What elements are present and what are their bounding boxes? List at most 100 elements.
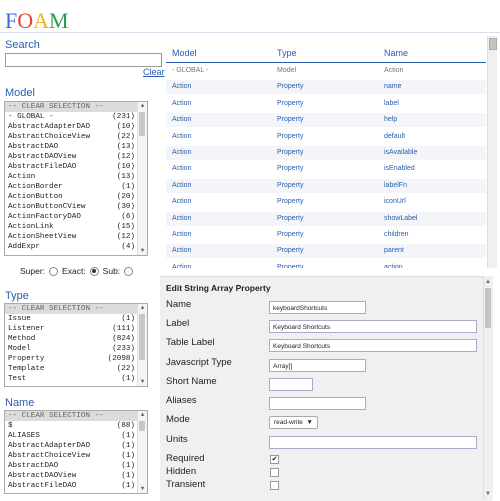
list-item[interactable]: AbstractAdapterDAO (1)	[5, 441, 147, 451]
table-row[interactable]: Action Property label	[166, 97, 486, 111]
scroll-thumb[interactable]	[489, 38, 497, 50]
table-cell-type: Property	[277, 99, 304, 107]
super-label: Super:	[20, 266, 46, 276]
table-row[interactable]: - GLOBAL - Model Action	[166, 64, 486, 78]
list-item[interactable]: Property (2098)	[5, 354, 147, 364]
list-item[interactable]: AddExpr (4)	[5, 242, 147, 252]
list-item[interactable]: ActionButton (20)	[5, 192, 147, 202]
aliases-label: Aliases	[166, 395, 197, 406]
table-scrollbar[interactable]	[487, 36, 497, 268]
scroll-up-icon[interactable]: ▲	[138, 304, 147, 312]
list-item[interactable]: AbstractDAOView (1)	[5, 471, 147, 481]
table-label-field[interactable]: Keyboard Shortcuts	[269, 339, 477, 352]
list-item[interactable]: AbstractFileDAO (1)	[5, 481, 147, 491]
table-row[interactable]: Action Property iconUrl	[166, 195, 486, 209]
sub-radio[interactable]	[124, 266, 134, 276]
list-item[interactable]: Action (13)	[5, 172, 147, 182]
list-item[interactable]: ALIASES (1)	[5, 431, 147, 441]
required-checkbox[interactable]: ✔	[270, 455, 279, 464]
list-item-count: (2098)	[107, 355, 135, 363]
list-item[interactable]: Issue (1)	[5, 314, 147, 324]
table-row[interactable]: Action Property isEnabled	[166, 162, 486, 176]
scroll-up-icon[interactable]: ▲	[138, 411, 147, 419]
hidden-checkbox[interactable]	[270, 468, 279, 477]
list-item[interactable]: AbstractDAO (1)	[5, 461, 147, 471]
table-cell-type: Property	[277, 83, 304, 91]
list-item[interactable]: - GLOBAL - (231)	[5, 112, 147, 122]
column-header-model[interactable]: Model	[172, 48, 197, 58]
list-item[interactable]: ActionButtonCView (30)	[5, 202, 147, 212]
table-cell-name: name	[384, 83, 402, 91]
table-cell-name: label	[384, 99, 399, 107]
table-row[interactable]: Action Property action	[166, 261, 486, 268]
clear-link[interactable]: Clear	[143, 67, 165, 77]
name-scrollbar[interactable]: ▲ ▼	[137, 411, 147, 493]
search-input[interactable]	[5, 53, 162, 67]
scroll-thumb[interactable]	[485, 288, 491, 328]
list-item-name: -- CLEAR SELECTION --	[8, 305, 104, 313]
scroll-thumb[interactable]	[139, 421, 145, 431]
list-item[interactable]: AbstractFileDAO (10)	[5, 162, 147, 172]
list-item[interactable]: AbstractChoiceView (1)	[5, 451, 147, 461]
list-item[interactable]: AbstractDAO (13)	[5, 142, 147, 152]
js-type-field[interactable]: Array[]	[269, 359, 366, 372]
list-item[interactable]: AbstractDAOView (12)	[5, 152, 147, 162]
list-item[interactable]: AbstractAdapterDAO (10)	[5, 122, 147, 132]
table-row[interactable]: Action Property parent	[166, 244, 486, 259]
name-listbox[interactable]: -- CLEAR SELECTION -- $ (88) ALIASES (1) Abst…	[4, 410, 148, 494]
editor-scrollbar[interactable]: ▲ ▼	[483, 276, 493, 500]
list-item[interactable]: $ (88)	[5, 421, 147, 431]
super-radio[interactable]	[49, 266, 59, 276]
list-item-name: Template	[8, 365, 45, 373]
table-row[interactable]: Action Property isAvailable	[166, 146, 486, 160]
table-cell-type: Property	[277, 165, 304, 173]
scroll-up-icon[interactable]: ▲	[138, 102, 147, 110]
list-item-name: ActionLink	[8, 223, 54, 231]
list-item[interactable]: -- CLEAR SELECTION --	[5, 304, 147, 314]
table-row[interactable]: Action Property showLabel	[166, 211, 486, 226]
list-item[interactable]: ActionLink (15)	[5, 222, 147, 232]
table-row[interactable]: Action Property name	[166, 80, 486, 95]
scroll-thumb[interactable]	[139, 314, 145, 360]
table-cell-name: isEnabled	[384, 165, 415, 173]
table-row[interactable]: Action Property labelFn	[166, 178, 486, 193]
model-listbox[interactable]: -- CLEAR SELECTION -- - GLOBAL - (231) Abst…	[4, 101, 148, 256]
table-row[interactable]: Action Property help	[166, 113, 486, 128]
scroll-down-icon[interactable]: ▼	[138, 247, 147, 255]
list-item[interactable]: Method (824)	[5, 334, 147, 344]
list-item[interactable]: Model (233)	[5, 344, 147, 354]
scroll-down-icon[interactable]: ▼	[138, 485, 147, 493]
scroll-down-icon[interactable]: ▼	[485, 491, 491, 497]
scroll-down-icon[interactable]: ▼	[138, 378, 147, 386]
table-row[interactable]: Action Property children	[166, 228, 486, 242]
table-cell-model: Action	[172, 214, 192, 222]
list-item[interactable]: -- CLEAR SELECTION --	[5, 102, 147, 112]
list-item[interactable]: Test (1)	[5, 374, 147, 384]
table-cell-type: Property	[277, 132, 304, 140]
model-scrollbar[interactable]: ▲ ▼	[137, 102, 147, 255]
list-item-count: (824)	[112, 335, 135, 343]
column-header-type[interactable]: Type	[277, 48, 297, 58]
column-header-name[interactable]: Name	[384, 48, 408, 58]
list-item[interactable]: ActionFactoryDAO (6)	[5, 212, 147, 222]
list-item-name: -- CLEAR SELECTION --	[8, 103, 104, 111]
type-scrollbar[interactable]: ▲ ▼	[137, 304, 147, 386]
short-name-field[interactable]	[269, 378, 313, 391]
transient-checkbox[interactable]	[270, 481, 279, 490]
units-field[interactable]	[269, 436, 477, 449]
type-listbox[interactable]: -- CLEAR SELECTION -- Issue (1) Listener (11…	[4, 303, 148, 387]
scroll-thumb[interactable]	[139, 112, 145, 136]
list-item[interactable]: ActionBorder (1)	[5, 182, 147, 192]
mode-select[interactable]: read-write ▼	[269, 416, 318, 429]
table-row[interactable]: Action Property default	[166, 130, 486, 144]
list-item[interactable]: Template (22)	[5, 364, 147, 374]
list-item[interactable]: -- CLEAR SELECTION --	[5, 411, 147, 421]
name-field[interactable]: keyboardShortcuts	[269, 301, 366, 314]
label-field[interactable]: Keyboard Shortcuts	[269, 320, 477, 333]
exact-radio[interactable]	[89, 266, 99, 276]
list-item[interactable]: AbstractChoiceView (22)	[5, 132, 147, 142]
list-item[interactable]: ActionSheetView (12)	[5, 232, 147, 242]
aliases-field[interactable]	[269, 397, 366, 410]
list-item[interactable]: Listener (111)	[5, 324, 147, 334]
scroll-up-icon[interactable]: ▲	[485, 279, 491, 285]
